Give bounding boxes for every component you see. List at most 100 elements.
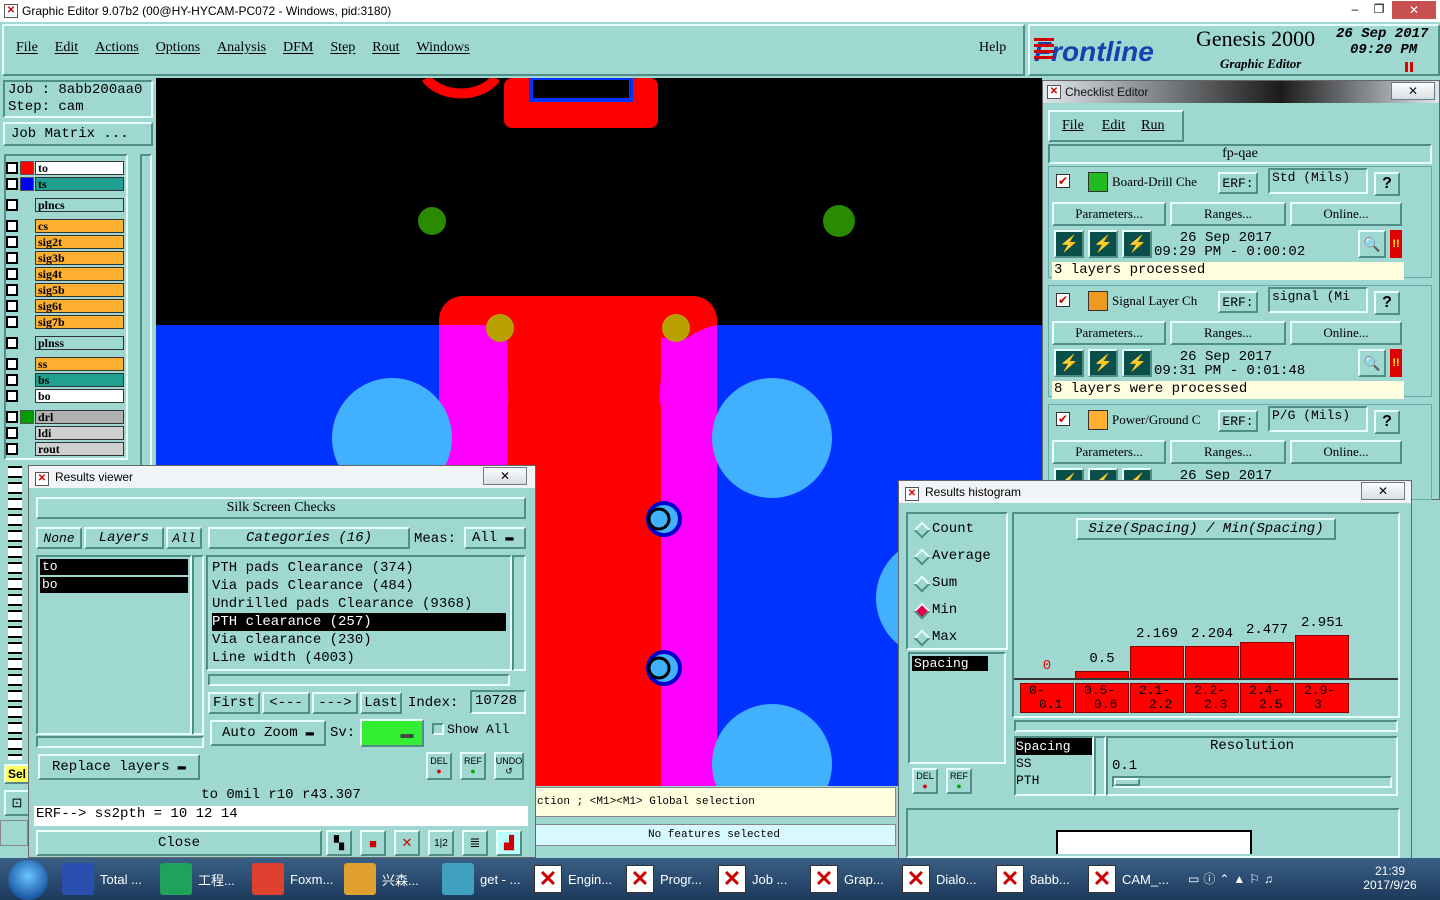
layer-color-swatch[interactable] <box>20 266 34 281</box>
layer-checkbox[interactable] <box>6 442 18 455</box>
layers-button[interactable]: Layers <box>84 527 164 549</box>
hist-ref-button[interactable]: REF ● <box>946 768 972 794</box>
category-item[interactable]: PTH pads Clearance (374) <box>212 559 506 577</box>
histogram-bar[interactable] <box>1295 634 1349 679</box>
parameters-button[interactable]: Parameters... <box>1052 321 1166 345</box>
layer-row-6[interactable]: sig4t <box>6 266 124 281</box>
menu-analysis[interactable]: Analysis <box>217 40 266 56</box>
close-icon[interactable]: ✕ <box>1391 82 1435 100</box>
layer-list-scrollbar[interactable] <box>192 555 204 735</box>
field-list[interactable]: Spacing <box>908 652 1006 764</box>
layer-checkbox[interactable] <box>6 426 18 439</box>
layer-color-swatch[interactable] <box>20 298 34 313</box>
layer-name[interactable]: bo <box>35 388 124 403</box>
index-field[interactable]: 10728 <box>470 690 526 714</box>
restore-icon[interactable]: ❐ <box>1368 2 1390 18</box>
attribute-scrollbar[interactable] <box>1094 736 1106 796</box>
run-icon[interactable]: ⚡ <box>1054 230 1084 258</box>
attribute-list[interactable]: Spacing SS PTH <box>1014 736 1094 796</box>
menu-step[interactable]: Step <box>330 40 355 56</box>
layer-name[interactable]: bs <box>35 372 124 387</box>
taskbar-item[interactable]: ✕ Progr... <box>626 858 716 900</box>
clock[interactable]: 21:39 2017/9/26 <box>1360 864 1420 892</box>
check-enable-checkbox[interactable]: ✔ <box>1056 412 1070 426</box>
run-selected-icon[interactable]: ⚡ <box>1088 230 1118 258</box>
menu-help[interactable]: Help <box>979 40 1006 56</box>
layer-name[interactable]: sig2t <box>35 234 124 249</box>
ranges-button[interactable]: Ranges... <box>1170 440 1286 464</box>
layer-name[interactable]: ts <box>35 176 124 191</box>
layer-row-2[interactable]: plncs <box>6 197 124 212</box>
hist-del-button[interactable]: DEL ● <box>912 768 938 794</box>
checklist-menu-file[interactable]: File <box>1062 118 1084 134</box>
check-enable-checkbox[interactable]: ✔ <box>1056 174 1070 188</box>
category-scrollbar[interactable] <box>512 555 526 671</box>
category-item[interactable]: Via clearance (230) <box>212 631 506 649</box>
histogram-bin[interactable]: 0.5- 0.6 <box>1075 683 1129 713</box>
tray-icons[interactable]: ▭ⓘ⌃▲⚐♫ <box>1188 870 1277 887</box>
taskbar-item[interactable]: 工程... <box>160 858 250 900</box>
layer-color-swatch[interactable] <box>20 335 34 350</box>
histogram-icon[interactable]: ▟ <box>496 830 522 856</box>
run-selected-icon[interactable]: ⚡ <box>1088 349 1118 377</box>
menu-rout[interactable]: Rout <box>372 40 399 56</box>
layer-checkbox[interactable] <box>6 235 18 248</box>
layer-row-0[interactable]: to <box>6 160 124 175</box>
flag-icon[interactable]: ▚ <box>326 830 352 856</box>
del-button[interactable]: DEL ● <box>426 752 452 780</box>
show-all-checkbox[interactable] <box>432 723 444 735</box>
zoom-results-icon[interactable]: 🔍 <box>1358 349 1386 377</box>
stop-icon[interactable]: ■ <box>360 830 386 856</box>
layer-color-swatch[interactable] <box>20 372 34 387</box>
taskbar-item[interactable]: 兴森... <box>344 858 434 900</box>
layer-checkbox[interactable] <box>6 251 18 264</box>
results-layer-item[interactable]: to <box>40 559 188 575</box>
select-mode-button[interactable]: Sel <box>4 764 30 784</box>
erf-field[interactable]: Std (Mils) <box>1268 168 1368 194</box>
layer-color-swatch[interactable] <box>20 250 34 265</box>
all-layers-button[interactable]: All <box>166 527 202 549</box>
category-item[interactable]: Via pads Clearance (484) <box>212 577 506 595</box>
layer-row-15[interactable]: ldi <box>6 425 124 440</box>
histogram-bin[interactable]: 2.9- 3 <box>1295 683 1349 713</box>
layer-checkbox[interactable] <box>6 161 18 174</box>
next-button[interactable]: ---> <box>312 692 358 714</box>
layer-name[interactable]: to <box>35 160 124 175</box>
first-button[interactable]: First <box>208 692 260 714</box>
layer-name[interactable]: sig4t <box>35 266 124 281</box>
layer-name[interactable]: ldi <box>35 425 124 440</box>
stop-run-icon[interactable]: ⚡ <box>1122 349 1152 377</box>
extra-layer-checkboxes[interactable] <box>8 462 22 760</box>
close-icon[interactable]: ✕ <box>1361 482 1405 500</box>
attribute-list-item[interactable]: PTH <box>1016 772 1092 789</box>
layer-list-hscrollbar[interactable] <box>36 736 204 748</box>
layer-checkbox[interactable] <box>6 283 18 296</box>
taskbar-item[interactable]: ✕ Job ... <box>718 858 808 900</box>
layer-color-swatch[interactable] <box>20 409 34 424</box>
layer-row-1[interactable]: ts <box>6 176 124 191</box>
histogram-bin[interactable]: 0- 0.1 <box>1020 683 1074 713</box>
field-list-item[interactable]: Spacing <box>912 656 988 671</box>
cancel-icon[interactable]: ✕ <box>394 830 420 856</box>
parameters-button[interactable]: Parameters... <box>1052 202 1166 226</box>
slider-thumb[interactable] <box>1114 778 1140 786</box>
layer-name[interactable]: rout <box>35 441 124 456</box>
auto-zoom-select[interactable]: Auto Zoom ▬ <box>210 720 326 746</box>
layer-checkbox[interactable] <box>6 315 18 328</box>
layer-name[interactable]: sig6t <box>35 298 124 313</box>
layer-checkbox[interactable] <box>6 177 18 190</box>
help-button[interactable]: ? <box>1374 172 1400 196</box>
results-layer-item[interactable]: bo <box>40 577 188 593</box>
none-button[interactable]: None <box>36 527 82 549</box>
layer-color-swatch[interactable] <box>20 388 34 403</box>
layer-row-16[interactable]: rout <box>6 441 124 456</box>
layer-color-swatch[interactable] <box>20 314 34 329</box>
severity-color-select[interactable]: ▬ <box>360 719 424 747</box>
histogram-bar[interactable] <box>1240 641 1294 679</box>
online-button[interactable]: Online... <box>1290 440 1402 464</box>
ranges-button[interactable]: Ranges... <box>1170 321 1286 345</box>
layer-checkbox[interactable] <box>6 336 18 349</box>
close-icon[interactable]: ✕ <box>1392 1 1436 19</box>
parameters-button[interactable]: Parameters... <box>1052 440 1166 464</box>
resolution-slider[interactable] <box>1112 776 1392 788</box>
